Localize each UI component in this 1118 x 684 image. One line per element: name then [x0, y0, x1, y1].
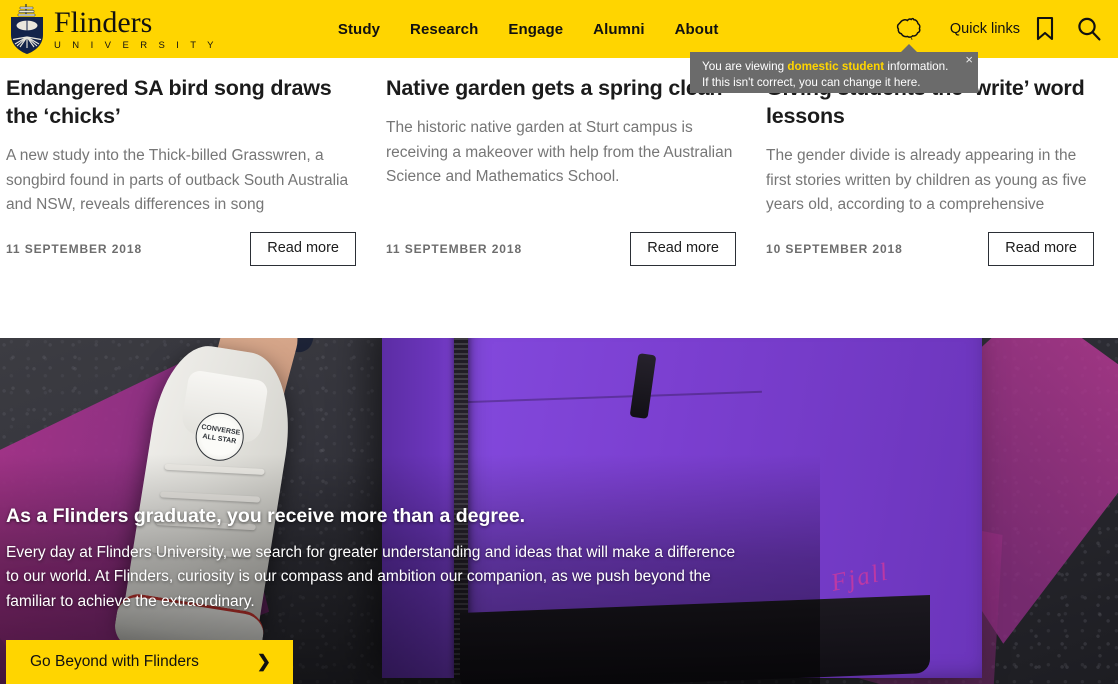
bookmark-icon[interactable]: [1024, 0, 1066, 58]
audience-tooltip: × You are viewing domestic student infor…: [690, 44, 978, 93]
news-card-date: 11 SEPTEMBER 2018: [386, 242, 523, 256]
go-beyond-label: Go Beyond with Flinders: [30, 653, 199, 670]
nav-item-alumni[interactable]: Alumni: [593, 21, 644, 38]
news-card-excerpt: A new study into the Thick-billed Grassw…: [6, 147, 349, 213]
news-card-excerpt: The gender divide is already appearing i…: [766, 147, 1087, 213]
chevron-right-icon: ❯: [256, 652, 271, 671]
hero-banner: Fjall CONVERSE ALL STAR As a Flinders gr…: [0, 338, 1118, 684]
hero-heading: As a Flinders graduate, you receive more…: [6, 504, 526, 527]
nav-item-about[interactable]: About: [675, 21, 719, 38]
tooltip-text-before: You are viewing: [702, 60, 788, 73]
news-card: Endangered SA bird song draws the ‘chick…: [0, 58, 380, 338]
main-navigation: Study Research Engage Alumni About: [338, 21, 719, 38]
quick-links-button[interactable]: Quick links: [950, 21, 1020, 37]
header-utilities: Quick links: [886, 0, 1118, 58]
read-more-button[interactable]: Read more: [988, 232, 1094, 266]
tooltip-audience-link[interactable]: domestic student: [787, 60, 884, 73]
tooltip-arrow: [900, 44, 918, 53]
hero-body-text: Every day at Flinders University, we sea…: [6, 543, 736, 610]
hero-content: As a Flinders graduate, you receive more…: [6, 503, 786, 684]
nav-item-research[interactable]: Research: [410, 21, 478, 38]
site-logo[interactable]: Flinders U N I V E R S I T Y: [6, 1, 218, 57]
tooltip-line-1: You are viewing domestic student informa…: [702, 59, 968, 75]
news-card-body: Native garden gets a spring clean The hi…: [386, 58, 736, 190]
tooltip-line-2: If this isn't correct, you can change it…: [702, 75, 921, 89]
go-beyond-button[interactable]: Go Beyond with Flinders ❯: [6, 640, 293, 684]
nav-item-study[interactable]: Study: [338, 21, 380, 38]
news-card-footer: 11 SEPTEMBER 2018 Read more: [386, 232, 736, 266]
page-root: Flinders U N I V E R S I T Y Study Resea…: [0, 0, 1118, 684]
news-card-footer: 10 SEPTEMBER 2018 Read more: [766, 232, 1094, 266]
news-card: Native garden gets a spring clean The hi…: [380, 58, 760, 338]
news-card-list: Endangered SA bird song draws the ‘chick…: [0, 58, 1118, 338]
search-icon[interactable]: [1066, 0, 1118, 58]
tooltip-text-after: information.: [884, 60, 949, 73]
news-card-body: Endangered SA bird song draws the ‘chick…: [6, 58, 356, 218]
read-more-button[interactable]: Read more: [250, 232, 356, 266]
news-card-excerpt: The historic native garden at Sturt camp…: [386, 119, 733, 185]
tooltip-close-icon[interactable]: ×: [965, 53, 973, 66]
logo-wordmark: Flinders U N I V E R S I T Y: [54, 5, 218, 51]
news-card-title[interactable]: Endangered SA bird song draws the ‘chick…: [6, 74, 354, 130]
news-card-title[interactable]: Native garden gets a spring clean: [386, 74, 734, 102]
news-card-date: 10 SEPTEMBER 2018: [766, 242, 903, 256]
read-more-button[interactable]: Read more: [630, 232, 736, 266]
news-card-date: 11 SEPTEMBER 2018: [6, 242, 143, 256]
news-card-footer: 11 SEPTEMBER 2018 Read more: [6, 232, 356, 266]
nav-item-engage[interactable]: Engage: [508, 21, 563, 38]
news-card: Giving students the ‘write’ word lessons…: [760, 58, 1118, 338]
site-header: Flinders U N I V E R S I T Y Study Resea…: [0, 0, 1118, 58]
logo-subtitle: U N I V E R S I T Y: [54, 39, 218, 51]
flinders-crest-icon: [6, 3, 48, 55]
logo-name: Flinders: [54, 5, 153, 39]
